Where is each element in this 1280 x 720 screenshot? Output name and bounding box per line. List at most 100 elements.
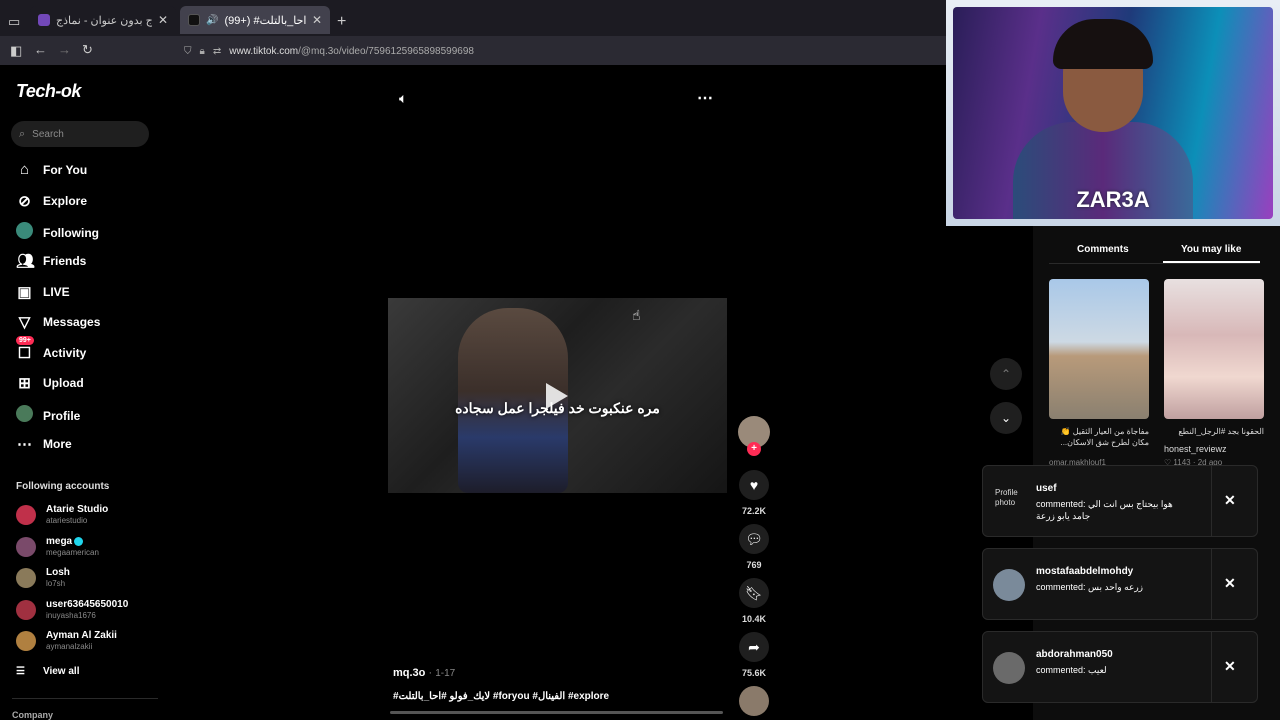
nav-profile[interactable]: Profile (16, 405, 80, 426)
nav-more[interactable]: ⋯ More (16, 435, 72, 453)
comment-button[interactable]: 💬︎ 769 (738, 524, 770, 570)
account-item[interactable]: user63645650010 inuyasha1676 (16, 599, 128, 621)
more-options-icon[interactable]: ⋯ (697, 88, 713, 108)
next-video-button[interactable]: ⌄ (990, 402, 1022, 434)
like-count: 72.2K (741, 506, 767, 516)
account-name: Losh (46, 567, 70, 578)
notification-message: commented: لعيب (1036, 665, 1107, 675)
divider (1211, 632, 1212, 702)
browser-tab-forms[interactable]: نموذج بدون عنوان - نماذج Google ✕ (30, 6, 176, 34)
music-disc-button[interactable] (738, 686, 770, 716)
sidebar-toggle-icon[interactable]: ◧ (10, 44, 22, 57)
suggested-thumbnail[interactable] (1164, 279, 1264, 419)
account-name: mega (46, 536, 73, 547)
forward-icon[interactable]: → (58, 43, 71, 56)
notification-message: commented: زرعه واحد بس (1036, 582, 1144, 592)
nav-label: Following (43, 225, 99, 240)
home-icon: ⌂ (19, 161, 30, 178)
save-button[interactable]: 🔖︎ 10.4K (738, 578, 770, 624)
like-button[interactable]: ♥ 72.2K (738, 470, 770, 516)
divider (12, 698, 158, 699)
search-input[interactable]: ⌕ Search (11, 121, 149, 147)
suggested-author[interactable]: honest_reviewz (1164, 444, 1227, 455)
notification-message: commented: هوا بيحتاج بس انت الي جامد يا… (1036, 499, 1173, 521)
close-icon[interactable]: ✕ (1224, 492, 1236, 509)
logo[interactable]: Tech-ok (16, 67, 92, 109)
account-handle: megaamerican (46, 548, 99, 557)
suggested-caption[interactable]: مفاجاة من العيار الثقيل 👏 مكان لطرح شق ا… (1049, 426, 1149, 448)
nav-friends[interactable]: 👥︎ Friends (16, 252, 86, 270)
author-avatar-button[interactable]: + (738, 416, 770, 456)
browser-tab-tiktok[interactable]: 🔊 (99+) #لايك_فولو #احا_بالتلت ✕ (180, 6, 330, 34)
close-tab-icon[interactable]: ✕ (312, 13, 322, 27)
share-count: 75.6K (741, 668, 767, 678)
suggested-caption[interactable]: الحقونا بجد #الرجل_النطع (1164, 426, 1264, 437)
nav-for-you[interactable]: ⌂ For You (16, 161, 87, 178)
new-tab-icon[interactable]: + (337, 14, 346, 30)
account-name: user63645650010 (46, 599, 129, 610)
previous-video-button[interactable]: ⌃ (990, 358, 1022, 390)
tab-list-icon[interactable]: ▭ (8, 15, 20, 28)
close-tab-icon[interactable]: ✕ (158, 13, 168, 27)
url-text: www.tiktok.com/@mq.3o/video/759612596589… (229, 46, 474, 57)
webcam-overlay-text: ZAR3A (1076, 187, 1150, 212)
play-icon[interactable] (546, 383, 568, 409)
account-item[interactable]: Atarie Studio atariestudio (16, 504, 108, 526)
nav-live[interactable]: ▣ LIVE (16, 283, 70, 301)
video-author[interactable]: mq.3o (393, 667, 425, 679)
account-item[interactable]: Losh lo7sh (16, 567, 70, 589)
avatar (16, 600, 36, 620)
nav-label: Activity (43, 346, 87, 360)
nav-activity[interactable]: ☐ 99+ Activity (16, 336, 87, 362)
comment-notification[interactable]: Profile photo usef commented: هوا بيحتاج… (982, 465, 1258, 537)
nav-messages[interactable]: ▽ Messages (16, 313, 101, 331)
divider (1211, 466, 1212, 536)
account-name: Atarie Studio (46, 504, 109, 515)
account-handle: atariestudio (46, 516, 88, 525)
chevron-down-icon: ⌄ (1000, 411, 1012, 425)
share-button[interactable]: ➦ 75.6K (738, 632, 770, 678)
nav-label: Profile (43, 408, 81, 423)
shield-icon[interactable]: ⛉ (184, 46, 192, 57)
bookmark-icon: 🔖︎ (739, 578, 769, 608)
nav-label: Friends (43, 254, 87, 268)
video-progress-bar[interactable] (390, 711, 723, 714)
nav-label: LIVE (43, 285, 70, 299)
video-hashtags[interactable]: #لايك_فولو #احا_بالتلت #foryou #الفينال … (393, 691, 609, 702)
company-link[interactable]: Company (12, 710, 53, 720)
tab-comments[interactable]: Comments (1077, 244, 1129, 255)
address-bar[interactable]: ⛉ 🔒︎ ⇄ www.tiktok.com/@mq.3o/video/75961… (178, 41, 938, 61)
close-icon[interactable]: ✕ (1224, 658, 1236, 675)
webcam-overlay: ZAR3A (946, 0, 1280, 226)
heart-icon: ♥ (739, 470, 769, 500)
url-host: www.tiktok.com (229, 45, 299, 57)
follow-plus-icon[interactable]: + (747, 442, 761, 456)
close-icon[interactable]: ✕ (1224, 575, 1236, 592)
cursor-icon: ☝︎ (632, 307, 641, 323)
video-meta: mq.3o · 1-17 (393, 667, 456, 679)
comment-notification[interactable]: abdorahman050 commented: لعيب ✕ (982, 631, 1258, 703)
following-accounts-title: Following accounts (16, 481, 110, 492)
video-player[interactable]: مره عنكبوت خد فيلجرا عمل سجاده (388, 298, 727, 493)
nav-following[interactable]: Following (16, 222, 99, 243)
account-item[interactable]: Ayman Al Zakii aymanalzakii (16, 630, 117, 652)
back-icon[interactable]: ← (34, 43, 47, 56)
nav-label: Explore (43, 194, 88, 208)
suggested-thumbnail[interactable] (1049, 279, 1149, 419)
avatar (993, 569, 1025, 601)
tab-divider (1049, 263, 1260, 264)
speaker-icon[interactable]: 🔊 (206, 15, 218, 26)
url-path: /@mq.3o/video/7596125965898599698 (298, 45, 474, 57)
account-item[interactable]: mega megaamerican (16, 536, 99, 558)
lock-icon[interactable]: 🔒︎ (200, 46, 205, 57)
nav-upload[interactable]: ⊞ Upload (16, 374, 83, 392)
comment-icon: 💬︎ (739, 524, 769, 554)
reload-icon[interactable]: ↻ (82, 43, 93, 56)
comment-notification[interactable]: mostafaabdelmohdy commented: زرعه واحد ب… (982, 548, 1258, 620)
permissions-icon[interactable]: ⇄ (213, 46, 221, 57)
volume-icon[interactable]: 🔈︎ (399, 90, 407, 107)
view-all-link[interactable]: ☰ View all (16, 666, 79, 677)
video-date: 1-17 (435, 668, 456, 679)
tab-you-may-like[interactable]: You may like (1181, 244, 1241, 255)
nav-explore[interactable]: ⊘ Explore (16, 192, 87, 210)
